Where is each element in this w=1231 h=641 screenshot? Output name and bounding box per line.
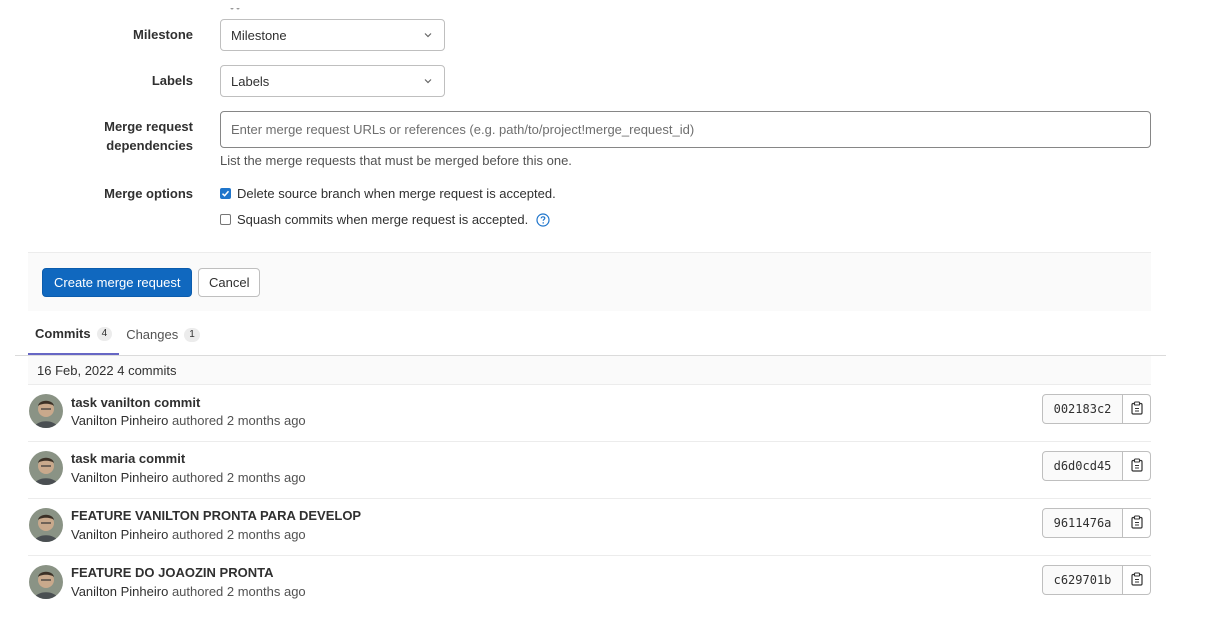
tab-commits[interactable]: Commits 4 [28, 314, 120, 355]
dependencies-label-line2: dependencies [106, 138, 193, 153]
clipboard-icon [1130, 571, 1143, 589]
mr-tabs: Commits 4 Changes 1 [28, 314, 207, 356]
commit-meta: Vanilton Pinheiro authored 2 months ago [71, 584, 306, 599]
commits-day-header: 16 Feb, 2022 4 commits [28, 356, 1151, 385]
squash-checkbox[interactable] [220, 214, 231, 225]
commit-sha-group: 9611476a [1042, 508, 1151, 538]
avatar[interactable] [29, 394, 63, 428]
milestone-label: Milestone [133, 27, 193, 42]
labels-dropdown[interactable]: Labels [220, 65, 445, 97]
question-circle-icon[interactable] [536, 212, 550, 227]
squash-text: Squash commits when merge request is acc… [237, 212, 529, 227]
commit-authored-text: authored 2 months ago [171, 470, 306, 485]
commit-authored-text: authored 2 months ago [171, 413, 306, 428]
commit-sha[interactable]: 9611476a [1042, 508, 1123, 538]
commit-author[interactable]: Vanilton Pinheiro [71, 584, 168, 599]
avatar[interactable] [29, 451, 63, 485]
clipped-top-content [228, 0, 258, 10]
commit-title[interactable]: FEATURE DO JOAOZIN PRONTA [71, 565, 273, 580]
commit-meta: Vanilton Pinheiro authored 2 months ago [71, 527, 306, 542]
delete-source-text: Delete source branch when merge request … [237, 186, 556, 201]
milestone-dropdown-value: Milestone [231, 27, 287, 43]
tab-commits-label: Commits [35, 326, 91, 341]
commit-authored-text: authored 2 months ago [171, 584, 306, 599]
commit-sha[interactable]: c629701b [1042, 565, 1123, 595]
copy-sha-button[interactable] [1123, 451, 1151, 481]
dependencies-help-text: List the merge requests that must be mer… [220, 153, 572, 168]
commit-sha-group: d6d0cd45 [1042, 451, 1151, 481]
commit-sha[interactable]: d6d0cd45 [1042, 451, 1123, 481]
delete-source-option[interactable]: Delete source branch when merge request … [220, 186, 556, 201]
commit-sha-group: c629701b [1042, 565, 1151, 595]
tab-commits-count: 4 [96, 326, 113, 341]
commit-row: FEATURE VANILTON PRONTA PARA DEVELOP Van… [28, 499, 1151, 556]
chevron-down-icon [422, 75, 434, 87]
merge-options-label: Merge options [104, 186, 193, 201]
form-actions: Create merge request Cancel [28, 252, 1151, 311]
labels-dropdown-value: Labels [231, 73, 270, 89]
avatar[interactable] [29, 508, 63, 542]
commit-title[interactable]: task maria commit [71, 451, 185, 466]
labels-label: Labels [151, 73, 193, 88]
commit-author[interactable]: Vanilton Pinheiro [71, 527, 168, 542]
commit-row: FEATURE DO JOAOZIN PRONTA Vanilton Pinhe… [28, 556, 1151, 613]
commit-title[interactable]: FEATURE VANILTON PRONTA PARA DEVELOP [71, 508, 361, 523]
dependencies-label: Merge request dependencies [0, 117, 193, 155]
tab-changes-count: 1 [184, 327, 200, 342]
tab-changes[interactable]: Changes 1 [119, 314, 207, 355]
tab-changes-label: Changes [126, 327, 179, 342]
create-merge-request-button[interactable]: Create merge request [42, 268, 193, 297]
commit-author[interactable]: Vanilton Pinheiro [71, 413, 168, 428]
commit-author[interactable]: Vanilton Pinheiro [71, 470, 168, 485]
commit-row: task vanilton commit Vanilton Pinheiro a… [28, 385, 1151, 442]
dependencies-input[interactable] [220, 111, 1151, 148]
commit-sha-group: 002183c2 [1042, 394, 1151, 424]
clipboard-icon [1130, 400, 1143, 418]
dependencies-label-line1: Merge request [104, 119, 193, 134]
copy-sha-button[interactable] [1123, 394, 1151, 424]
squash-option[interactable]: Squash commits when merge request is acc… [220, 212, 550, 227]
delete-source-checkbox[interactable] [220, 188, 231, 199]
commit-title[interactable]: task vanilton commit [71, 395, 200, 410]
commit-row: task maria commit Vanilton Pinheiro auth… [28, 442, 1151, 499]
commit-meta: Vanilton Pinheiro authored 2 months ago [71, 470, 306, 485]
chevron-down-icon [422, 29, 434, 41]
commit-authored-text: authored 2 months ago [171, 527, 306, 542]
commit-sha[interactable]: 002183c2 [1042, 394, 1123, 424]
copy-sha-button[interactable] [1123, 565, 1151, 595]
milestone-dropdown[interactable]: Milestone [220, 19, 445, 51]
avatar[interactable] [29, 565, 63, 599]
commit-meta: Vanilton Pinheiro authored 2 months ago [71, 413, 306, 428]
cancel-button[interactable]: Cancel [198, 268, 261, 297]
copy-sha-button[interactable] [1123, 508, 1151, 538]
clipboard-icon [1130, 514, 1143, 532]
clipboard-icon [1130, 457, 1143, 475]
